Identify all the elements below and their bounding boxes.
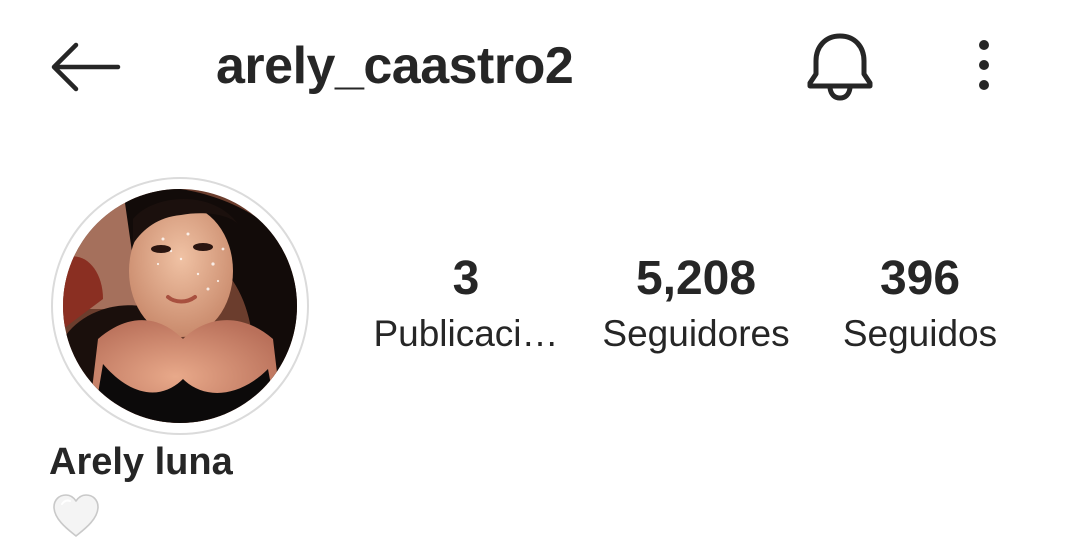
white-heart-icon (53, 494, 99, 537)
bell-icon (807, 33, 873, 101)
stat-followers[interactable]: 5,208 Seguidores (586, 248, 806, 358)
back-button[interactable] (44, 36, 124, 98)
arrow-left-icon (51, 42, 121, 92)
profile-bio: 🤍 (50, 492, 102, 540)
bio-text: 🤍 (50, 492, 51, 493)
posts-count: 3 (452, 252, 480, 305)
profile-display-name: Arely luna (49, 441, 233, 483)
posts-label: Publicaci… (373, 313, 559, 354)
more-options-button[interactable] (962, 34, 1006, 96)
more-vertical-icon (979, 40, 989, 90)
following-count: 396 (879, 252, 961, 305)
profile-stats: 3 Publicaci… 5,208 Seguidores 396 Seguid… (360, 248, 1020, 378)
stat-posts[interactable]: 3 Publicaci… (360, 248, 572, 358)
profile-avatar (63, 189, 297, 423)
followers-count: 5,208 (635, 252, 757, 305)
following-label: Seguidos (842, 313, 998, 354)
profile-avatar-button[interactable] (51, 177, 309, 435)
profile-username: arely_caastro2 (216, 37, 574, 95)
profile-header: arely_caastro2 (0, 0, 1080, 135)
stat-following[interactable]: 396 Seguidos (826, 248, 1014, 358)
followers-label: Seguidores (602, 313, 790, 354)
notifications-button[interactable] (800, 28, 880, 104)
